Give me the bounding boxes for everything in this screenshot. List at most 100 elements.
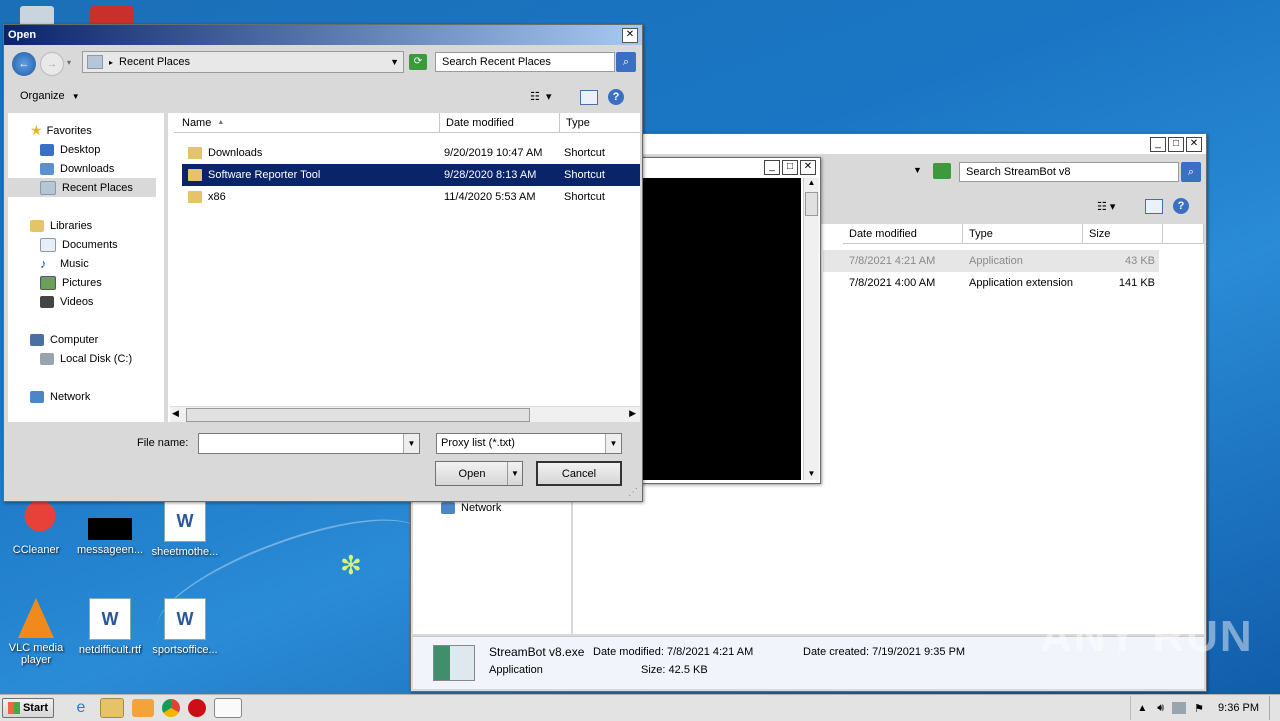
refresh-icon[interactable]: ⟳	[409, 54, 427, 70]
close-button[interactable]: ✕	[800, 159, 816, 175]
nav-item-libraries[interactable]: Libraries	[22, 216, 92, 235]
search-field[interactable]: Search StreamBot v8	[959, 162, 1179, 182]
console-scrollbar[interactable]: ▲ ▼	[803, 178, 819, 480]
nav-item-network[interactable]: Network	[22, 387, 90, 406]
search-icon[interactable]: ⌕	[616, 52, 636, 72]
nav-item-videos[interactable]: Videos	[32, 292, 93, 311]
open-window-icon[interactable]	[214, 698, 242, 718]
details-date-created: Date created: 7/19/2021 9:35 PM	[803, 646, 965, 658]
scroll-up-arrow-icon[interactable]: ▲	[804, 178, 819, 192]
network-tray-icon[interactable]	[1172, 702, 1187, 714]
desktop-icon-messageen[interactable]: messageen...	[75, 500, 145, 556]
flag-icon[interactable]: ⚑	[1194, 702, 1204, 715]
nav-item-favorites[interactable]: ★ Favorites	[22, 121, 92, 140]
nav-label: Network	[461, 501, 502, 514]
preview-pane-icon[interactable]	[580, 90, 598, 105]
minimize-button[interactable]: _	[764, 159, 780, 175]
dropdown-arrow-icon[interactable]: ▼	[403, 434, 419, 453]
search-field[interactable]: Search Recent Places	[435, 52, 615, 72]
chrome-icon[interactable]	[162, 699, 180, 717]
column-header-type[interactable]: Type	[963, 224, 1083, 244]
recycle-bin-icon[interactable]	[20, 6, 54, 26]
tray-expand-icon[interactable]: ▲	[1137, 703, 1147, 714]
maximize-button[interactable]: □	[782, 159, 798, 175]
breadcrumb[interactable]: Recent Places	[119, 56, 190, 68]
search-icon[interactable]: ⌕	[1181, 162, 1201, 182]
organize-label: Organize	[20, 90, 65, 102]
file-type-filter[interactable]: Proxy list (*.txt) ▼	[436, 433, 622, 454]
cancel-button[interactable]: Cancel	[536, 461, 622, 486]
split-arrow-icon[interactable]: ▼	[507, 462, 522, 485]
clock[interactable]: 9:36 PM	[1218, 702, 1259, 714]
nav-item-music[interactable]: ♪ Music	[32, 254, 89, 273]
column-header-name[interactable]: Name ▲	[174, 113, 440, 133]
organize-button[interactable]: Organize ▼	[20, 90, 80, 102]
refresh-icon[interactable]	[933, 163, 951, 179]
desktop-icon-netdifficult[interactable]: W netdifficult.rtf	[75, 598, 145, 656]
file-name-field[interactable]: ▼	[198, 433, 420, 454]
close-button[interactable]: ✕	[1186, 136, 1202, 152]
scroll-thumb[interactable]	[186, 408, 530, 422]
cell-date: 7/8/2021 4:21 AM	[849, 255, 936, 267]
show-desktop-button[interactable]	[1269, 696, 1280, 720]
console-window[interactable]: _ □ ✕ ▲ ▼	[640, 157, 821, 484]
file-row-selected[interactable]: Software Reporter Tool 9/28/2020 8:13 AM…	[182, 164, 640, 186]
open-button[interactable]: Open ▼	[435, 461, 523, 486]
column-header-size[interactable]: Size	[1083, 224, 1163, 244]
column-header-date-modified[interactable]: Date modified	[440, 113, 560, 133]
view-options-icon[interactable]: ☷ ▾	[530, 90, 552, 103]
nav-item-downloads[interactable]: Downloads	[32, 159, 114, 178]
nav-item-documents[interactable]: Documents	[32, 235, 118, 254]
vlc-cone-icon	[18, 598, 54, 638]
address-bar[interactable]: ▸ Recent Places ▼	[82, 51, 404, 73]
desktop-icon-sheetmothe[interactable]: W sheetmothe...	[150, 500, 220, 558]
preview-pane-icon[interactable]	[1145, 199, 1163, 214]
table-row[interactable]: 7/8/2021 4:00 AM Application extension 1…	[823, 272, 1159, 294]
maximize-button[interactable]: □	[1168, 136, 1184, 152]
table-row[interactable]: 7/8/2021 4:21 AM Application 43 KB	[823, 250, 1159, 272]
explorer-folder-icon[interactable]	[100, 698, 124, 718]
horizontal-scrollbar[interactable]: ◀ ▶	[170, 406, 640, 422]
address-dropdown-icon[interactable]: ▼	[390, 57, 399, 67]
ie-icon[interactable]: e	[70, 699, 92, 717]
scroll-thumb[interactable]	[805, 192, 818, 216]
history-dropdown-icon[interactable]: ▾	[67, 58, 71, 67]
documents-icon	[40, 237, 56, 252]
desktop-icon-sportsoffice[interactable]: W sportsoffice...	[150, 598, 220, 656]
dialog-titlebar[interactable]: Open ✕	[4, 25, 642, 45]
scroll-right-arrow-icon[interactable]: ▶	[629, 408, 636, 419]
desktop-icon-vlc[interactable]: VLC media player	[1, 598, 71, 666]
resize-grip-icon[interactable]: ⋰	[628, 487, 638, 498]
opera-icon[interactable]	[188, 699, 206, 717]
close-button[interactable]: ✕	[622, 27, 638, 43]
help-icon[interactable]: ?	[608, 89, 624, 105]
start-button[interactable]: Start	[2, 698, 54, 718]
computer-icon	[30, 333, 44, 346]
minimize-button[interactable]: _	[1150, 136, 1166, 152]
nav-item-desktop[interactable]: Desktop	[32, 140, 100, 159]
column-header-date-modified[interactable]: Date modified	[843, 224, 963, 244]
speaker-icon[interactable]: 🔊︎	[1157, 702, 1164, 715]
file-row[interactable]: x86 11/4/2020 5:53 AM Shortcut	[182, 186, 640, 208]
exe-file-icon	[433, 645, 475, 681]
file-row[interactable]: Downloads 9/20/2019 10:47 AM Shortcut	[182, 142, 640, 164]
scroll-left-arrow-icon[interactable]: ◀	[172, 408, 179, 419]
dropdown-arrow-icon[interactable]: ▼	[605, 434, 621, 453]
nav-item-recent-places[interactable]: Recent Places	[8, 178, 156, 197]
red-app-icon[interactable]	[90, 6, 134, 26]
media-player-icon[interactable]	[132, 699, 154, 717]
help-icon[interactable]: ?	[1173, 198, 1189, 214]
back-button[interactable]: ←	[12, 52, 36, 76]
windows-logo-icon	[7, 702, 20, 714]
view-options-icon[interactable]: ☷ ▾	[1097, 200, 1115, 213]
nav-item-computer[interactable]: Computer	[22, 330, 98, 349]
column-header-type[interactable]: Type	[560, 113, 640, 133]
dropdown-arrow-icon[interactable]: ▼	[913, 165, 922, 175]
forward-button[interactable]: →	[40, 52, 64, 76]
desktop-icon-ccleaner[interactable]: CCleaner	[1, 500, 71, 556]
console-titlebar[interactable]: _ □ ✕	[641, 158, 820, 176]
scroll-down-arrow-icon[interactable]: ▼	[804, 469, 819, 478]
nav-item-local-disk[interactable]: Local Disk (C:)	[32, 349, 132, 368]
nav-item-pictures[interactable]: Pictures	[32, 273, 102, 292]
open-dialog[interactable]: Open ✕ ← → ▾ ▸ Recent Places ▼ ⟳ Search …	[3, 24, 643, 502]
